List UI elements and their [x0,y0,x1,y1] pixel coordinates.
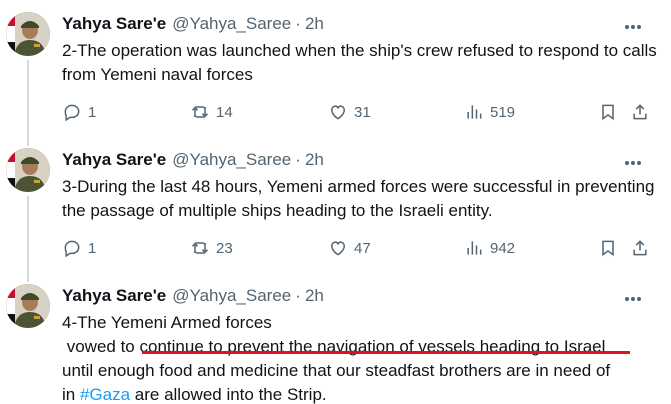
author-name[interactable]: Yahya Sare'e [62,150,166,170]
hashtag-link[interactable]: #Gaza [80,385,130,404]
tweet-text: 2-The operation was launched when the sh… [62,41,657,84]
bookmark-icon [602,240,614,257]
like-icon [330,105,346,120]
reply-count: 1 [88,103,97,121]
separator: · [295,150,301,169]
thread-connector [27,196,29,282]
share-button[interactable] [630,236,650,260]
timestamp[interactable]: 2h [305,150,324,170]
retweet-icon [191,242,209,254]
tweet-header: Yahya Sare'e @Yahya_Saree · 2h [62,150,651,170]
reply-button[interactable]: 1 [62,236,96,260]
thread-connector [27,60,29,146]
share-button[interactable] [630,100,650,124]
like-count: 47 [354,239,371,257]
bookmark-button[interactable] [598,100,618,124]
views-button[interactable]: 942 [464,236,515,260]
tweet[interactable]: Yahya Sare'e @Yahya_Saree · 2h 3-During … [0,136,671,282]
avatar[interactable] [6,148,50,192]
author-name[interactable]: Yahya Sare'e [62,286,166,306]
timestamp[interactable]: 2h [305,14,324,34]
author-name[interactable]: Yahya Sare'e [62,14,166,34]
tweet-header: Yahya Sare'e @Yahya_Saree · 2h [62,14,651,34]
share-icon [633,240,647,256]
retweet-button[interactable]: 14 [190,100,233,124]
tweet-header: Yahya Sare'e @Yahya_Saree · 2h [62,286,651,306]
view-count: 519 [490,103,516,121]
author-handle[interactable]: @Yahya_Saree [172,14,291,34]
author-handle[interactable]: @Yahya_Saree [172,150,291,170]
reply-icon [64,240,80,258]
reply-button[interactable]: 1 [62,100,96,124]
views-icon [467,105,482,119]
more-icon[interactable] [625,154,649,166]
avatar[interactable] [6,12,50,56]
like-button[interactable]: 31 [328,100,371,124]
bookmark-icon [602,104,614,121]
retweet-button[interactable]: 23 [190,236,233,260]
tweet[interactable]: Yahya Sare'e @Yahya_Saree · 2h 4-The Yem… [0,272,671,404]
text-line: 4-The Yemeni Armed forces [62,313,272,332]
red-underline-annotation [142,351,630,354]
text-fragment: in [62,385,80,404]
tweet-text: 3-During the last 48 hours, Yemeni armed… [62,177,655,220]
retweet-count: 14 [216,103,233,121]
more-icon[interactable] [625,290,649,302]
text-line: vowed to continue to prevent the navigat… [62,335,657,359]
more-icon[interactable] [625,18,649,30]
text-fragment: vowed to [62,337,140,356]
tweet[interactable]: Yahya Sare'e @Yahya_Saree · 2h 2-The ope… [0,0,671,146]
retweet-icon [191,106,209,118]
retweet-count: 23 [216,239,233,257]
timestamp[interactable]: 2h [305,286,324,306]
text-line: until enough food and medicine that our … [62,361,611,380]
tweet-actions: 1 14 31 519 [62,100,657,124]
reply-icon [64,104,80,122]
bookmark-button[interactable] [598,236,618,260]
share-icon [633,104,647,120]
separator: · [295,286,301,305]
reply-count: 1 [88,239,97,257]
separator: · [295,14,301,33]
text-line: in #Gaza are allowed into the Strip. [62,383,657,404]
avatar[interactable] [6,284,50,328]
author-handle[interactable]: @Yahya_Saree [172,286,291,306]
view-count: 942 [490,239,516,257]
text-fragment: are allowed into the Strip. [130,385,327,404]
like-icon [330,241,346,256]
views-button[interactable]: 519 [464,100,515,124]
like-count: 31 [354,103,371,121]
tweet-actions: 1 23 47 942 [62,236,657,260]
tweet-text: 4-The Yemeni Armed forces vowed to conti… [62,311,657,404]
views-icon [467,241,482,255]
like-button[interactable]: 47 [328,236,371,260]
